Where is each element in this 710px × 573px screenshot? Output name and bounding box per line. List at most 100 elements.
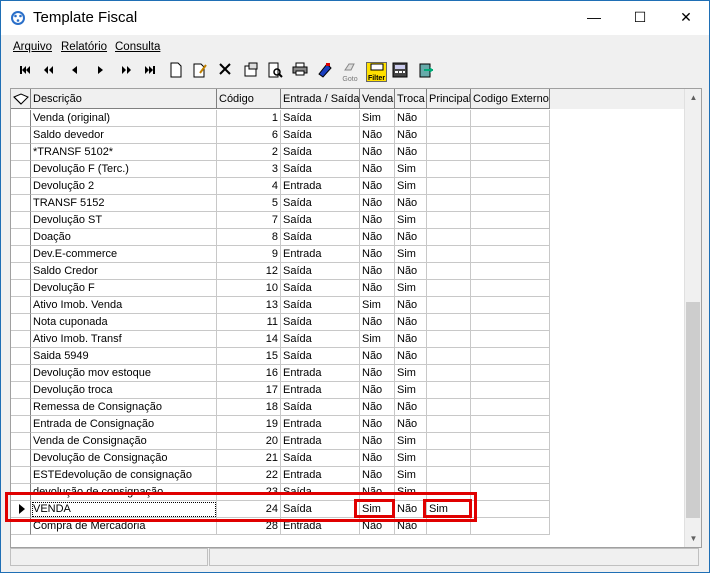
cell-codigo-externo[interactable] <box>471 110 550 127</box>
cell-entrada-saida[interactable]: Saída <box>281 161 360 178</box>
maximize-button[interactable]: ☐ <box>617 1 663 35</box>
cell-descricao[interactable]: Devolução ST <box>31 212 217 229</box>
table-row[interactable]: TRANSF 5152 5 Saída Não Não <box>11 195 686 212</box>
cell-codigo[interactable]: 7 <box>217 212 281 229</box>
table-row[interactable]: Devolução 2 4 Entrada Não Sim <box>11 178 686 195</box>
cell-codigo[interactable]: 12 <box>217 263 281 280</box>
cell-principal[interactable] <box>427 161 471 178</box>
cell-descricao[interactable]: Devolução de Consignação <box>31 450 217 467</box>
cell-troca[interactable]: Sim <box>395 450 427 467</box>
row-indicator[interactable] <box>11 467 31 484</box>
cell-principal[interactable] <box>427 280 471 297</box>
cell-venda[interactable]: Não <box>360 382 395 399</box>
row-indicator[interactable] <box>11 144 31 161</box>
last-record-icon[interactable] <box>140 62 160 82</box>
cell-codigo[interactable]: 4 <box>217 178 281 195</box>
header-codigo-externo[interactable]: Codigo Externo <box>471 89 550 109</box>
cell-entrada-saida[interactable]: Saída <box>281 297 360 314</box>
cell-codigo-externo[interactable] <box>471 484 550 501</box>
cell-venda[interactable]: Não <box>360 212 395 229</box>
header-indicator[interactable] <box>11 89 31 109</box>
cell-principal[interactable] <box>427 314 471 331</box>
cell-codigo-externo[interactable] <box>471 433 550 450</box>
cell-codigo[interactable]: 2 <box>217 144 281 161</box>
table-row[interactable]: Ativo Imob. Venda 13 Saída Sim Não <box>11 297 686 314</box>
cell-descricao[interactable]: Devolução 2 <box>31 178 217 195</box>
cell-entrada-saida[interactable]: Entrada <box>281 467 360 484</box>
cell-troca[interactable]: Sim <box>395 212 427 229</box>
row-indicator[interactable] <box>11 280 31 297</box>
table-row[interactable]: Remessa de Consignação 18 Saída Não Não <box>11 399 686 416</box>
table-row[interactable]: Saldo Credor 12 Saída Não Não <box>11 263 686 280</box>
cell-troca[interactable]: Sim <box>395 246 427 263</box>
row-indicator[interactable] <box>11 382 31 399</box>
cell-venda[interactable]: Não <box>360 161 395 178</box>
cell-codigo-externo[interactable] <box>471 382 550 399</box>
table-row[interactable]: Devolução de Consignação 21 Saída Não Sim <box>11 450 686 467</box>
print-icon[interactable] <box>290 62 310 82</box>
row-indicator[interactable] <box>11 110 31 127</box>
table-row[interactable]: Doação 8 Saída Não Não <box>11 229 686 246</box>
cell-entrada-saida[interactable]: Saída <box>281 314 360 331</box>
cell-entrada-saida[interactable]: Saída <box>281 399 360 416</box>
cell-venda[interactable]: Não <box>360 348 395 365</box>
cell-entrada-saida[interactable]: Entrada <box>281 416 360 433</box>
cell-venda[interactable]: Não <box>360 263 395 280</box>
cell-venda[interactable]: Não <box>360 399 395 416</box>
cell-codigo-externo[interactable] <box>471 144 550 161</box>
first-record-icon[interactable] <box>15 62 35 82</box>
cell-troca[interactable]: Não <box>395 331 427 348</box>
cell-descricao[interactable]: Saldo devedor <box>31 127 217 144</box>
row-indicator[interactable] <box>11 416 31 433</box>
cell-principal[interactable] <box>427 195 471 212</box>
cell-codigo[interactable]: 14 <box>217 331 281 348</box>
table-row[interactable]: Devolução ST 7 Saída Não Sim <box>11 212 686 229</box>
cell-entrada-saida[interactable]: Entrada <box>281 382 360 399</box>
cell-entrada-saida[interactable]: Entrada <box>281 246 360 263</box>
cell-troca[interactable]: Não <box>395 348 427 365</box>
cell-troca[interactable]: Não <box>395 416 427 433</box>
cell-troca[interactable]: Não <box>395 229 427 246</box>
cell-codigo-externo[interactable] <box>471 467 550 484</box>
cell-troca[interactable]: Sim <box>395 365 427 382</box>
cell-entrada-saida[interactable]: Saída <box>281 212 360 229</box>
cell-descricao[interactable]: Ativo Imob. Venda <box>31 297 217 314</box>
preview-icon[interactable] <box>265 62 285 82</box>
cell-codigo[interactable]: 8 <box>217 229 281 246</box>
cell-descricao[interactable]: Devolução F (Terc.) <box>31 161 217 178</box>
row-indicator[interactable] <box>11 195 31 212</box>
cell-principal[interactable] <box>427 382 471 399</box>
cell-entrada-saida[interactable]: Entrada <box>281 365 360 382</box>
row-indicator[interactable] <box>11 365 31 382</box>
row-indicator[interactable] <box>11 399 31 416</box>
cell-descricao[interactable]: Venda de Consignação <box>31 433 217 450</box>
cell-venda[interactable]: Não <box>360 433 395 450</box>
cell-codigo[interactable]: 18 <box>217 399 281 416</box>
cell-codigo-externo[interactable] <box>471 501 550 518</box>
cell-entrada-saida[interactable]: Saída <box>281 195 360 212</box>
exit-icon[interactable] <box>416 62 436 82</box>
cell-venda[interactable]: Sim <box>360 110 395 127</box>
cell-codigo-externo[interactable] <box>471 178 550 195</box>
cell-principal[interactable] <box>427 246 471 263</box>
cell-descricao[interactable]: Doação <box>31 229 217 246</box>
cell-codigo-externo[interactable] <box>471 416 550 433</box>
row-indicator[interactable] <box>11 161 31 178</box>
cell-codigo-externo[interactable] <box>471 212 550 229</box>
row-indicator[interactable] <box>11 229 31 246</box>
cell-troca[interactable]: Não <box>395 110 427 127</box>
close-button[interactable]: ✕ <box>663 1 709 35</box>
cell-venda[interactable]: Não <box>360 365 395 382</box>
scroll-up-icon[interactable]: ▲ <box>685 89 701 106</box>
cell-venda[interactable]: Não <box>360 127 395 144</box>
header-descricao[interactable]: Descrição <box>31 89 217 109</box>
row-indicator[interactable] <box>11 263 31 280</box>
row-indicator[interactable] <box>11 246 31 263</box>
cell-codigo[interactable]: 16 <box>217 365 281 382</box>
next-record-icon[interactable] <box>90 62 110 82</box>
cell-codigo-externo[interactable] <box>471 280 550 297</box>
cell-venda[interactable]: Não <box>360 195 395 212</box>
cell-troca[interactable]: Não <box>395 144 427 161</box>
cell-descricao[interactable]: Venda (original) <box>31 110 217 127</box>
row-indicator[interactable] <box>11 178 31 195</box>
